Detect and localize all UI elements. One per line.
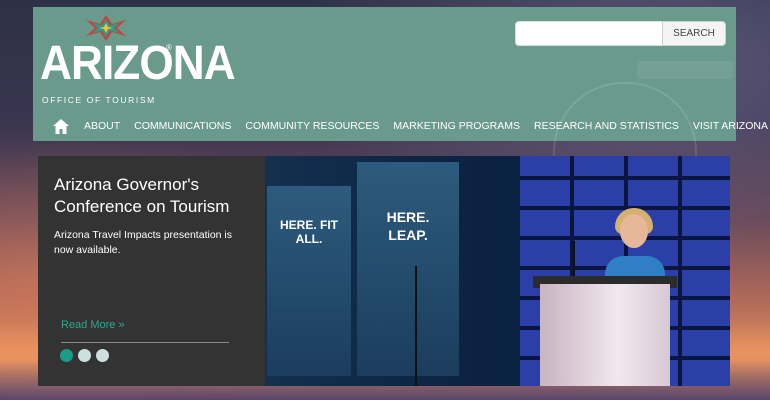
poster-center-text: HERE. LEAP. <box>386 209 430 243</box>
nav-item-visit-arizona[interactable]: VISIT ARIZONA <box>693 120 768 132</box>
poster-center <box>357 162 459 376</box>
poster-left-text: HERE. FIT ALL. <box>279 218 338 246</box>
read-more-link[interactable]: Read More » <box>61 319 125 331</box>
speaker-face <box>620 214 648 248</box>
hero-slider: Arizona Governor's Conference on Tourism… <box>38 156 730 386</box>
search-input[interactable] <box>515 21 665 46</box>
search-button[interactable]: SEARCH <box>662 21 726 46</box>
slide-dot-2[interactable] <box>78 349 91 362</box>
hero-description: Arizona Travel Impacts presentation is n… <box>54 229 232 256</box>
hero-caption-panel: Arizona Governor's Conference on Tourism… <box>38 156 265 386</box>
mic-stand <box>415 266 417 386</box>
nav-item-communications[interactable]: COMMUNICATIONS <box>134 120 231 132</box>
registered-mark: ® <box>166 43 172 52</box>
hero-title: Arizona Governor's Conference on Tourism <box>54 175 230 216</box>
slide-dot-3[interactable] <box>96 349 109 362</box>
nav-item-marketing-programs[interactable]: MARKETING PROGRAMS <box>393 120 520 132</box>
main-nav: ABOUT COMMUNICATIONS COMMUNITY RESOURCES… <box>48 113 768 139</box>
divider <box>61 342 229 343</box>
nav-item-research-statistics[interactable]: RESEARCH AND STATISTICS <box>534 120 679 132</box>
nav-item-about[interactable]: ABOUT <box>84 120 120 132</box>
podium <box>540 284 670 386</box>
nav-item-community-resources[interactable]: COMMUNITY RESOURCES <box>245 120 379 132</box>
site-header: ARIZONA ® OFFICE OF TOURISM SEARCH ABOUT… <box>33 7 768 164</box>
slide-dot-1[interactable] <box>60 349 73 362</box>
arizona-logo[interactable]: ARIZONA ® OFFICE OF TOURISM <box>40 15 236 105</box>
hero-photo: HERE. FIT ALL. HERE. LEAP. <box>265 156 730 386</box>
logo-word: ARIZONA <box>40 37 236 90</box>
translate-widget[interactable] <box>637 61 733 79</box>
logo-subtitle: OFFICE OF TOURISM <box>42 95 156 105</box>
poster-left <box>267 186 351 376</box>
home-icon[interactable] <box>48 113 74 139</box>
